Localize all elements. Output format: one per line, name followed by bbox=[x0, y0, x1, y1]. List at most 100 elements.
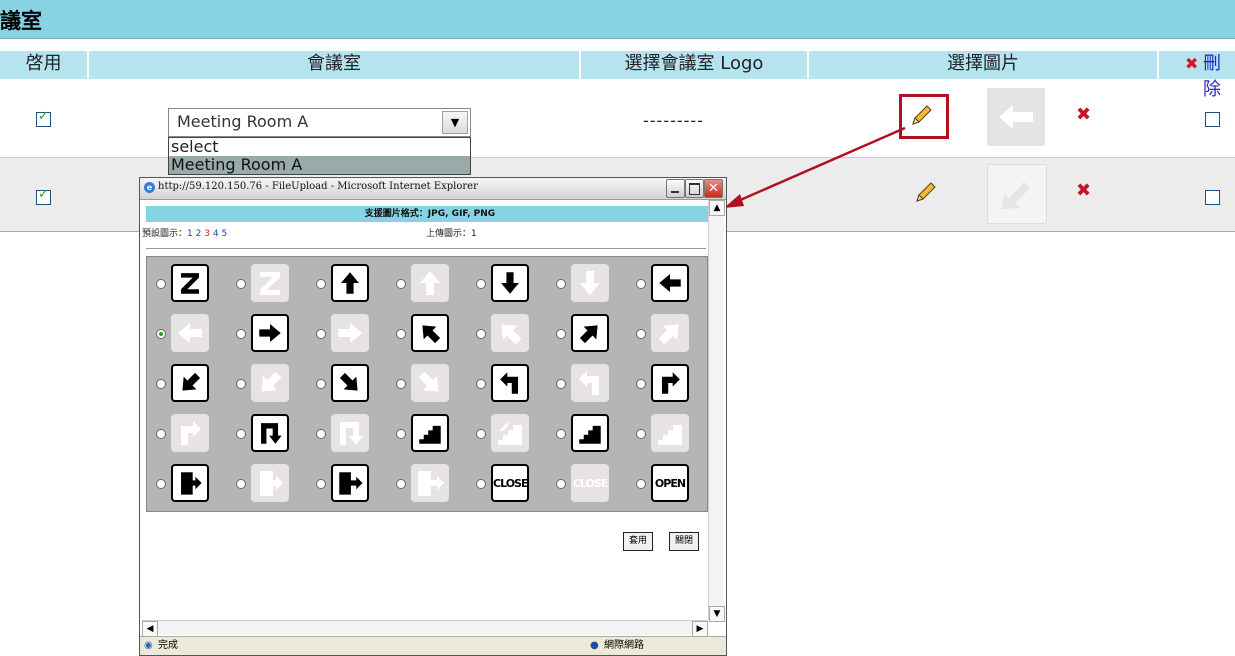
z-arrow-icon[interactable] bbox=[251, 264, 289, 302]
tr-arrow-icon[interactable] bbox=[171, 414, 209, 452]
icon-radio[interactable] bbox=[156, 479, 166, 489]
page-link[interactable]: 5 bbox=[221, 229, 227, 239]
icon-option[interactable] bbox=[551, 261, 627, 309]
close-sign-icon[interactable]: CLOSE bbox=[491, 464, 529, 502]
icon-option[interactable] bbox=[151, 461, 227, 509]
close-sign-icon[interactable]: CLOSE bbox=[571, 464, 609, 502]
dr-arrow-icon[interactable] bbox=[331, 364, 369, 402]
dl-arrow-icon[interactable] bbox=[251, 364, 289, 402]
icon-option[interactable]: CLOSE bbox=[551, 461, 627, 509]
dropdown-option[interactable]: select bbox=[169, 138, 470, 156]
icon-option[interactable] bbox=[311, 311, 387, 359]
icon-radio[interactable] bbox=[476, 379, 486, 389]
page-link-current[interactable]: 3 bbox=[204, 229, 210, 239]
up-arrow-icon[interactable] bbox=[411, 264, 449, 302]
icon-radio[interactable] bbox=[396, 429, 406, 439]
icon-option[interactable] bbox=[471, 361, 547, 409]
ex-in-arrow-icon[interactable] bbox=[171, 464, 209, 502]
ex-out-arrow-icon[interactable] bbox=[411, 464, 449, 502]
delete-checkbox-row2[interactable] bbox=[1205, 190, 1220, 205]
ex-in-arrow-icon[interactable] bbox=[251, 464, 289, 502]
tl-arrow-icon[interactable] bbox=[571, 364, 609, 402]
icon-option[interactable] bbox=[391, 361, 467, 409]
up-st-arrow-icon[interactable] bbox=[411, 414, 449, 452]
icon-option[interactable] bbox=[231, 411, 307, 459]
icon-radio[interactable] bbox=[476, 479, 486, 489]
icon-option[interactable]: OPEN bbox=[631, 461, 707, 509]
tl-arrow-icon[interactable] bbox=[491, 364, 529, 402]
icon-option[interactable] bbox=[231, 261, 307, 309]
icon-option[interactable] bbox=[631, 411, 707, 459]
ex-out-arrow-icon[interactable] bbox=[331, 464, 369, 502]
icon-option[interactable] bbox=[311, 361, 387, 409]
icon-radio[interactable] bbox=[396, 329, 406, 339]
pencil-icon[interactable] bbox=[910, 103, 934, 127]
page-link[interactable]: 1 bbox=[187, 229, 193, 239]
room-dropdown-list[interactable]: select Meeting Room A bbox=[168, 137, 471, 175]
icon-radio[interactable] bbox=[156, 379, 166, 389]
icon-radio[interactable] bbox=[316, 379, 326, 389]
icon-option[interactable] bbox=[391, 411, 467, 459]
icon-option[interactable] bbox=[231, 311, 307, 359]
right-arrow-icon[interactable] bbox=[251, 314, 289, 352]
window-titlebar[interactable]: e http://59.120.150.76 - FileUpload - Mi… bbox=[140, 178, 726, 200]
icon-option[interactable] bbox=[631, 361, 707, 409]
page-link[interactable]: 2 bbox=[196, 229, 202, 239]
enable-checkbox-row2[interactable] bbox=[36, 187, 51, 205]
scroll-up-icon[interactable]: ▲ bbox=[709, 200, 725, 216]
left-arrow-icon[interactable] bbox=[171, 314, 209, 352]
page-link[interactable]: 4 bbox=[213, 229, 219, 239]
down-arrow-icon[interactable] bbox=[491, 264, 529, 302]
icon-option[interactable] bbox=[311, 261, 387, 309]
icon-radio[interactable] bbox=[156, 279, 166, 289]
ur-arrow-icon[interactable] bbox=[651, 314, 689, 352]
close-window-button[interactable]: ✕ bbox=[704, 179, 723, 198]
delete-checkbox-row1[interactable] bbox=[1205, 112, 1220, 127]
icon-option[interactable]: CLOSE bbox=[471, 461, 547, 509]
icon-option[interactable] bbox=[551, 311, 627, 359]
icon-option[interactable] bbox=[471, 311, 547, 359]
icon-radio[interactable] bbox=[236, 379, 246, 389]
left-arrow-icon[interactable] bbox=[651, 264, 689, 302]
icon-radio[interactable] bbox=[236, 479, 246, 489]
icon-radio[interactable] bbox=[236, 429, 246, 439]
icon-radio[interactable] bbox=[556, 429, 566, 439]
z-arrow-icon[interactable] bbox=[171, 264, 209, 302]
icon-option[interactable] bbox=[391, 261, 467, 309]
ur-arrow-icon[interactable] bbox=[571, 314, 609, 352]
icon-radio[interactable] bbox=[396, 279, 406, 289]
horizontal-scrollbar[interactable]: ◀ ▶ bbox=[142, 620, 708, 637]
icon-radio[interactable] bbox=[156, 329, 166, 339]
room-select-row1[interactable]: Meeting Room A ▼ bbox=[168, 108, 471, 137]
ul-arrow-icon[interactable] bbox=[491, 314, 529, 352]
upload-label[interactable]: 上傳圖示：1 bbox=[426, 226, 477, 239]
up-st-arrow-icon[interactable] bbox=[491, 414, 529, 452]
icon-radio[interactable] bbox=[316, 429, 326, 439]
icon-radio[interactable] bbox=[556, 279, 566, 289]
dn-st-arrow-icon[interactable] bbox=[571, 414, 609, 452]
icon-radio[interactable] bbox=[556, 329, 566, 339]
icon-option[interactable] bbox=[151, 261, 227, 309]
icon-radio[interactable] bbox=[556, 479, 566, 489]
pencil-icon[interactable] bbox=[914, 180, 938, 204]
icon-option[interactable] bbox=[151, 311, 227, 359]
icon-option[interactable] bbox=[551, 411, 627, 459]
icon-option[interactable] bbox=[151, 361, 227, 409]
remove-image-icon[interactable]: ✖ bbox=[1076, 104, 1091, 125]
icon-radio[interactable] bbox=[636, 379, 646, 389]
apply-button[interactable]: 套用 bbox=[623, 532, 654, 551]
header-delete[interactable]: ✖ 刪除 bbox=[1159, 51, 1235, 100]
icon-radio[interactable] bbox=[476, 279, 486, 289]
icon-option[interactable] bbox=[631, 311, 707, 359]
icon-option[interactable] bbox=[471, 411, 547, 459]
icon-radio[interactable] bbox=[396, 479, 406, 489]
icon-radio[interactable] bbox=[236, 279, 246, 289]
icon-radio[interactable] bbox=[236, 329, 246, 339]
icon-radio[interactable] bbox=[636, 329, 646, 339]
icon-radio[interactable] bbox=[396, 379, 406, 389]
icon-radio[interactable] bbox=[156, 429, 166, 439]
icon-option[interactable] bbox=[471, 261, 547, 309]
icon-radio[interactable] bbox=[636, 479, 646, 489]
icon-option[interactable] bbox=[311, 461, 387, 509]
up-arrow-icon[interactable] bbox=[331, 264, 369, 302]
